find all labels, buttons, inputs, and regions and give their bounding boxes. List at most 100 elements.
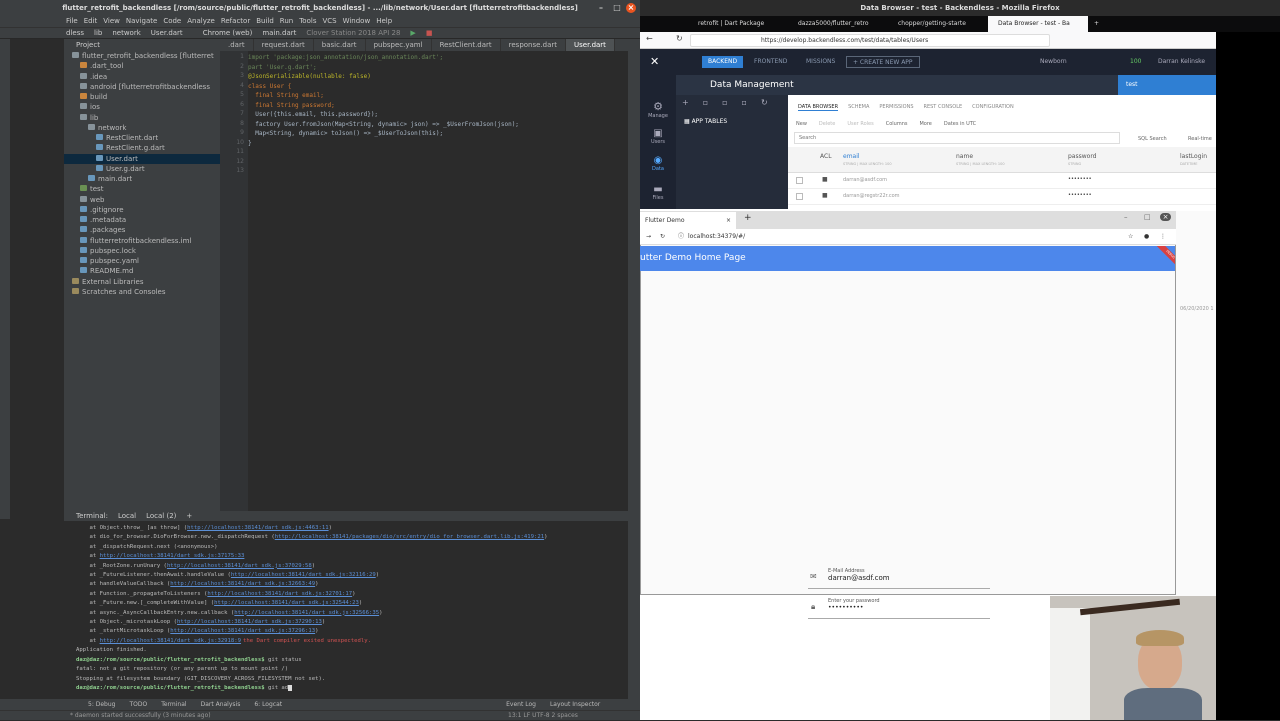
menu-icon[interactable]: ⋮ (1160, 229, 1166, 245)
browser-tab[interactable]: chopper/getting-starte (888, 16, 988, 32)
tree-item[interactable]: android [flutterretrofitbackendless (64, 82, 210, 92)
stacktrace-link[interactable]: http://localhost:38141/dart_sdk.js:32701… (207, 591, 352, 597)
terminal-tab[interactable]: Local (2) (146, 511, 176, 521)
menu-item-tools[interactable]: Tools (299, 16, 316, 27)
stacktrace-link[interactable]: http://localhost:38141/dart_sdk.js:37296… (170, 628, 315, 634)
toolbar-button[interactable]: Dates in UTC (944, 121, 976, 127)
close-icon[interactable]: × (626, 3, 636, 13)
column-header[interactable]: email (843, 153, 860, 160)
table-row[interactable]: ■ darran@asdf.com •••••••• (788, 173, 1216, 189)
terminal-tab[interactable]: Terminal: (76, 511, 108, 521)
bottom-tool-tab[interactable]: 5: Debug (88, 699, 115, 710)
lock-icon[interactable]: ■ (822, 176, 828, 183)
bottom-tool-tab[interactable]: TODO (129, 699, 147, 710)
editor-tab[interactable]: basic.dart (314, 39, 366, 51)
menu-item-window[interactable]: Window (343, 16, 371, 27)
tree-item[interactable]: User.g.dart (64, 164, 145, 174)
run-icon[interactable]: ▶ (410, 28, 415, 38)
tree-item[interactable]: RestClient.dart (64, 133, 158, 143)
new-tab-icon[interactable]: + (1088, 16, 1105, 32)
minimize-icon[interactable]: – (1124, 213, 1128, 221)
tree-item[interactable]: ios (64, 102, 100, 112)
stacktrace-link[interactable]: http://localhost:38141/dart_sdk.js:32566… (234, 610, 379, 616)
menu-item-edit[interactable]: Edit (84, 16, 98, 27)
plan-label[interactable]: Newborn (1040, 58, 1067, 65)
code-editor[interactable]: import 'package:json_annotation/json_ann… (248, 51, 630, 511)
stacktrace-link[interactable]: http://localhost:38141/dart_sdk.js:32544… (214, 600, 359, 606)
account-icon[interactable]: ● (1144, 229, 1149, 245)
subtab[interactable]: CONFIGURATION (972, 104, 1014, 111)
tree-item[interactable]: RestClient.g.dart (64, 143, 165, 153)
tree-item[interactable]: External Libraries (64, 277, 144, 287)
tree-item[interactable]: test (64, 184, 103, 194)
terminal-output[interactable]: at Object.throw_ [as throw] (http://loca… (64, 521, 628, 699)
stacktrace-link[interactable]: http://localhost:38141/packages/dio/src/… (275, 534, 544, 540)
url-bar[interactable]: https://develop.backendless.com/test/dat… (690, 34, 1050, 47)
row-checkbox[interactable] (796, 193, 803, 200)
tree-item[interactable]: pubspec.lock (64, 246, 136, 256)
table-tools[interactable]: +▫▫▫↻ (682, 98, 782, 107)
column-header[interactable]: password (1068, 153, 1097, 160)
browser-tab[interactable]: retrofit | Dart Package (688, 16, 788, 32)
stacktrace-link[interactable]: http://localhost:38141/dart_sdk.js:4463:… (187, 525, 328, 531)
tree-item[interactable]: web (64, 195, 104, 205)
stacktrace-link[interactable]: http://localhost:38141/dart_sdk.js:37029… (167, 563, 312, 569)
tree-item[interactable]: network (64, 123, 126, 133)
table-row[interactable]: ■ darran@regstr22r.com •••••••• (788, 189, 1216, 205)
email-cell[interactable]: darran@regstr22r.com (843, 193, 900, 199)
toolbar-button[interactable]: Columns (886, 121, 908, 127)
bottom-tool-tab[interactable]: Terminal (161, 699, 186, 710)
tree-item[interactable]: .dart_tool (64, 61, 123, 71)
user-menu[interactable]: Darran Kelinske (1158, 58, 1205, 65)
menu-item-file[interactable]: File (66, 16, 78, 27)
tree-item[interactable]: .metadata (64, 215, 126, 225)
stacktrace-link[interactable]: http://localhost:38141/dart_sdk.js:32116… (231, 572, 376, 578)
realtime-toggle[interactable]: Real-time (1188, 136, 1212, 142)
stop-icon[interactable]: ■ (426, 28, 433, 38)
toolbar-button[interactable]: Delete (819, 121, 835, 127)
menu-item-vcs[interactable]: VCS (322, 16, 336, 27)
sidebar-item-users[interactable]: ▣ Users (648, 128, 668, 145)
create-app-button[interactable]: + CREATE NEW APP (846, 56, 920, 68)
sidebar-item-data[interactable]: ◉ Data (648, 155, 668, 172)
bottom-tool-tab[interactable]: Dart Analysis (201, 699, 241, 710)
flutter-url[interactable]: localhost:34379/#/ (688, 229, 745, 245)
tree-item[interactable]: main.dart (64, 174, 132, 184)
password-cell[interactable]: •••••••• (1068, 176, 1092, 182)
bottom-tool-tab[interactable]: 6: Logcat (254, 699, 282, 710)
password-field[interactable]: Enter your password •••••••••• (808, 598, 990, 619)
editor-tab[interactable]: response.dart (501, 39, 567, 51)
sidebar-item-manage[interactable]: ⚙ Manage (648, 100, 668, 119)
terminal-tab[interactable]: + (186, 511, 192, 521)
row-checkbox[interactable] (796, 177, 803, 184)
emulator-selector[interactable]: Clover Station 2018 API 28 (306, 28, 400, 38)
lock-icon[interactable]: ■ (822, 192, 828, 199)
subtab[interactable]: DATA BROWSER (798, 104, 839, 111)
tree-item[interactable]: README.md (64, 266, 133, 276)
forward-icon[interactable]: → (646, 229, 651, 245)
tab-frontend[interactable]: FRONTEND (748, 56, 793, 68)
breadcrumb-0[interactable]: dless (66, 28, 84, 38)
editor-tab[interactable]: request.dart (254, 39, 314, 51)
maximize-icon[interactable]: □ (1144, 213, 1151, 221)
menu-item-build[interactable]: Build (256, 16, 274, 27)
tree-item[interactable]: flutter_retrofit_backendless [flutterret (64, 51, 214, 61)
subtab[interactable]: SCHEMA (848, 104, 869, 111)
toolbar-button[interactable]: New (796, 121, 807, 127)
bottom-tool-tab[interactable]: Event Log (506, 699, 536, 710)
breadcrumb-2[interactable]: network (112, 28, 140, 38)
editor-tab[interactable]: User.dart (566, 39, 615, 51)
tree-item[interactable]: flutterretrofitbackendless.iml (64, 236, 191, 246)
toolbar-button[interactable]: More (919, 121, 931, 127)
browser-tab-active[interactable]: Data Browser - test - Ba (988, 16, 1088, 32)
menu-item-refactor[interactable]: Refactor (221, 16, 250, 27)
breadcrumb-1[interactable]: lib (94, 28, 102, 38)
menu-item-help[interactable]: Help (376, 16, 392, 27)
bottom-tool-tab[interactable]: Layout Inspector (550, 699, 600, 710)
star-icon[interactable]: ☆ (1128, 229, 1133, 245)
stacktrace-link[interactable]: http://localhost:38141/dart_sdk.js:37290… (177, 619, 322, 625)
back-icon[interactable]: ← (646, 34, 653, 43)
reload-icon[interactable]: ↻ (676, 34, 683, 43)
app-selector[interactable]: test (1118, 75, 1216, 95)
column-header[interactable]: name (956, 153, 973, 160)
